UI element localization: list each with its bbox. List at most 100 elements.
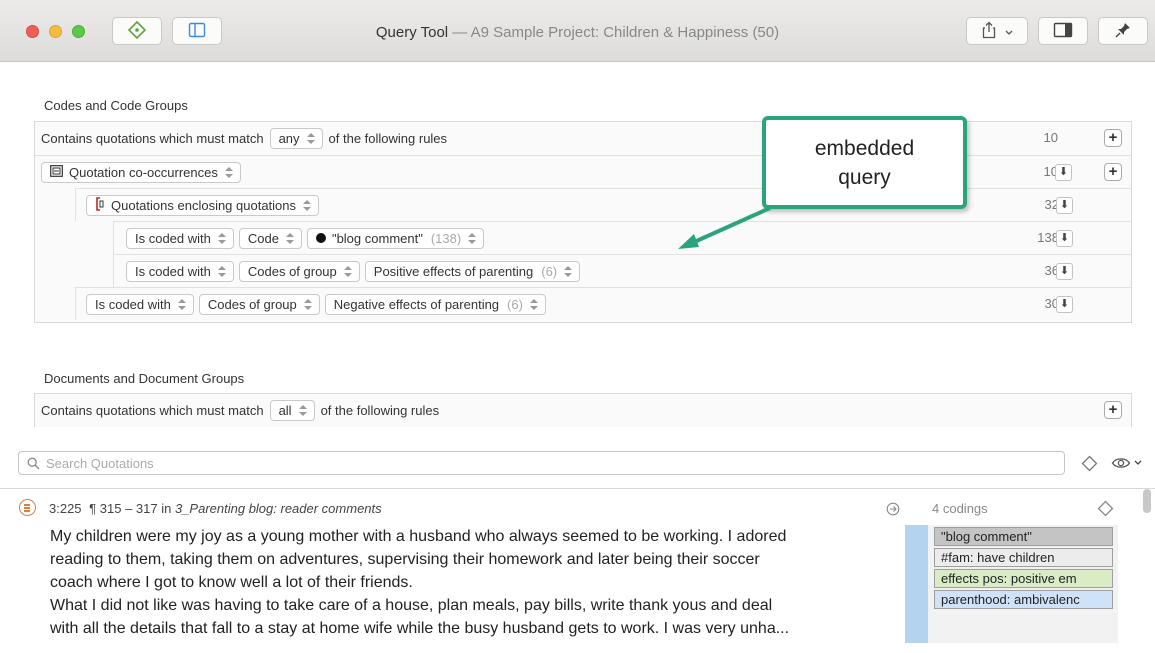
coded-with-group-rule-negative: Is coded with Codes of group Negative ef… — [75, 287, 1131, 320]
rule-prefix-text: Contains quotations which must match — [41, 131, 264, 146]
operator-select-cooccurrence[interactable]: Quotation co-occurrences — [41, 161, 241, 183]
share-icon — [981, 21, 997, 42]
add-rule-button[interactable]: + — [1104, 163, 1122, 181]
stepper-icon — [285, 232, 295, 245]
code-group-select[interactable]: Positive effects of parenting (6) — [364, 260, 581, 282]
visibility-menu-button[interactable] — [1111, 456, 1142, 470]
chevron-down-icon — [1005, 24, 1013, 39]
coding-tag[interactable]: "blog comment" — [934, 527, 1113, 546]
coded-with-code-rule: Is coded with Code "blog comment" (138) 1… — [113, 221, 1131, 254]
stepper-icon — [467, 232, 477, 245]
rule-count: 10 — [1043, 130, 1058, 145]
codings-count-label: 4 codings — [932, 501, 988, 516]
operator-box-icon — [50, 164, 63, 180]
stepper-icon — [217, 265, 227, 278]
rule-count: 10 — [1043, 164, 1058, 179]
title-bar: Query Tool — A9 Sample Project: Children… — [0, 0, 1155, 62]
quotation-line: What I did not like was having to take c… — [50, 597, 773, 614]
scope-select[interactable]: Codes of group — [238, 260, 360, 282]
coding-margin-bar — [905, 525, 928, 643]
coding-tag[interactable]: #fam: have children — [934, 548, 1113, 567]
download-results-button[interactable]: ⬇ — [1056, 263, 1073, 280]
rule-suffix-text: of the following rules — [320, 403, 440, 418]
add-coding-icon[interactable] — [1097, 500, 1114, 520]
code-select[interactable]: "blog comment" (138) — [306, 227, 485, 249]
codes-section-label: Codes and Code Groups — [44, 98, 188, 113]
code-group-select[interactable]: Negative effects of parenting (6) — [324, 293, 546, 315]
stepper-icon — [217, 232, 227, 245]
search-icon — [27, 457, 40, 470]
coding-tag[interactable]: effects pos: positive em — [934, 569, 1113, 588]
stepper-icon — [177, 298, 187, 311]
codes-rule-table: Contains quotations which must match any… — [34, 121, 1132, 323]
scope-select[interactable]: Code — [238, 227, 302, 249]
pin-window-button[interactable] — [1098, 17, 1148, 45]
quotation-line: reading to them, taking them on adventur… — [50, 551, 760, 568]
quotation-list: 3:225 ¶ 315 – 317 in 3_Parenting blog: r… — [0, 488, 1155, 653]
stepper-icon — [343, 265, 353, 278]
quotation-line: with all the details that fall to a stay… — [50, 620, 790, 637]
relation-select[interactable]: Is coded with — [126, 227, 234, 249]
rule-prefix-text: Contains quotations which must match — [41, 403, 264, 418]
search-quotations-field[interactable] — [18, 451, 1065, 475]
rule-suffix-text: of the following rules — [328, 131, 448, 146]
share-menu-button[interactable] — [966, 17, 1028, 45]
quotation-header: 3:225 ¶ 315 – 317 in 3_Parenting blog: r… — [49, 501, 382, 516]
documents-rule-table: Contains quotations which must match all… — [34, 393, 1132, 427]
match-operator-value: any — [278, 131, 300, 146]
match-operator-value: all — [278, 403, 292, 418]
stepper-icon — [529, 298, 539, 311]
scope-select[interactable]: Codes of group — [198, 293, 320, 315]
enclosing-quotations-rule: Quotations enclosing quotations 32 ⬇ — [75, 188, 1131, 221]
download-results-button[interactable]: ⬇ — [1056, 197, 1073, 214]
rule-count: 36 — [1044, 263, 1059, 278]
quotation-line: My children were my joy as a young mothe… — [50, 528, 787, 545]
documents-root-rule: Contains quotations which must match all… — [35, 394, 1131, 427]
expand-quotation-icon[interactable] — [886, 502, 900, 519]
quotation-icon — [19, 499, 36, 516]
eye-icon — [1111, 456, 1131, 470]
inspector-panel-icon — [1053, 22, 1073, 41]
quotation-line: coach where I got to know well a lot of … — [50, 574, 413, 591]
match-operator-select[interactable]: any — [269, 128, 323, 149]
operator-name: Quotations enclosing quotations — [111, 197, 297, 213]
search-input[interactable] — [46, 455, 1064, 471]
callout-line-2: query — [838, 166, 891, 189]
stepper-icon — [302, 199, 312, 212]
stepper-icon — [306, 132, 316, 145]
download-results-button[interactable]: ⬇ — [1056, 230, 1073, 247]
relation-select[interactable]: Is coded with — [86, 293, 194, 315]
rule-count: 30 — [1044, 296, 1059, 311]
match-operator-select[interactable]: all — [269, 400, 315, 421]
rule-count: 32 — [1044, 197, 1059, 212]
code-color-dot-icon — [315, 233, 326, 243]
stepper-icon — [303, 298, 313, 311]
callout-line-1: embedded — [814, 137, 915, 160]
quotation-range: ¶ 315 – 317 in — [89, 501, 172, 516]
pin-icon — [1114, 21, 1132, 42]
enclosing-bracket-icon — [95, 196, 105, 214]
quotation-document-name: 3_Parenting blog: reader comments — [174, 501, 382, 516]
embedded-query-callout: embedded query — [762, 116, 967, 209]
coding-tag[interactable]: parenthood: ambivalenc — [934, 590, 1113, 609]
add-rule-button[interactable]: + — [1104, 129, 1122, 147]
callout-arrow-icon — [678, 206, 771, 249]
documents-section-label: Documents and Document Groups — [44, 371, 245, 386]
stepper-icon — [298, 404, 308, 417]
operator-name: Quotation co-occurrences — [69, 164, 218, 180]
add-rule-button[interactable]: + — [1104, 401, 1122, 419]
quotation-text: My children were my joy as a young mothe… — [50, 525, 910, 640]
chevron-down-icon — [1134, 460, 1142, 466]
stepper-icon — [224, 166, 234, 179]
rule-count: 138 — [1037, 230, 1059, 245]
download-results-button[interactable]: ⬇ — [1055, 164, 1072, 181]
coded-with-group-rule-positive: Is coded with Codes of group Positive ef… — [113, 254, 1131, 287]
inspector-toggle-button[interactable] — [1038, 17, 1088, 45]
download-results-button[interactable]: ⬇ — [1056, 296, 1073, 313]
codings-list: "blog comment" #fam: have children effec… — [928, 525, 1118, 643]
tag-filter-icon[interactable] — [1081, 455, 1098, 475]
operator-select-enclosing[interactable]: Quotations enclosing quotations — [86, 194, 320, 216]
scrollbar-thumb[interactable] — [1143, 489, 1151, 513]
stepper-icon — [563, 265, 573, 278]
relation-select[interactable]: Is coded with — [126, 260, 234, 282]
